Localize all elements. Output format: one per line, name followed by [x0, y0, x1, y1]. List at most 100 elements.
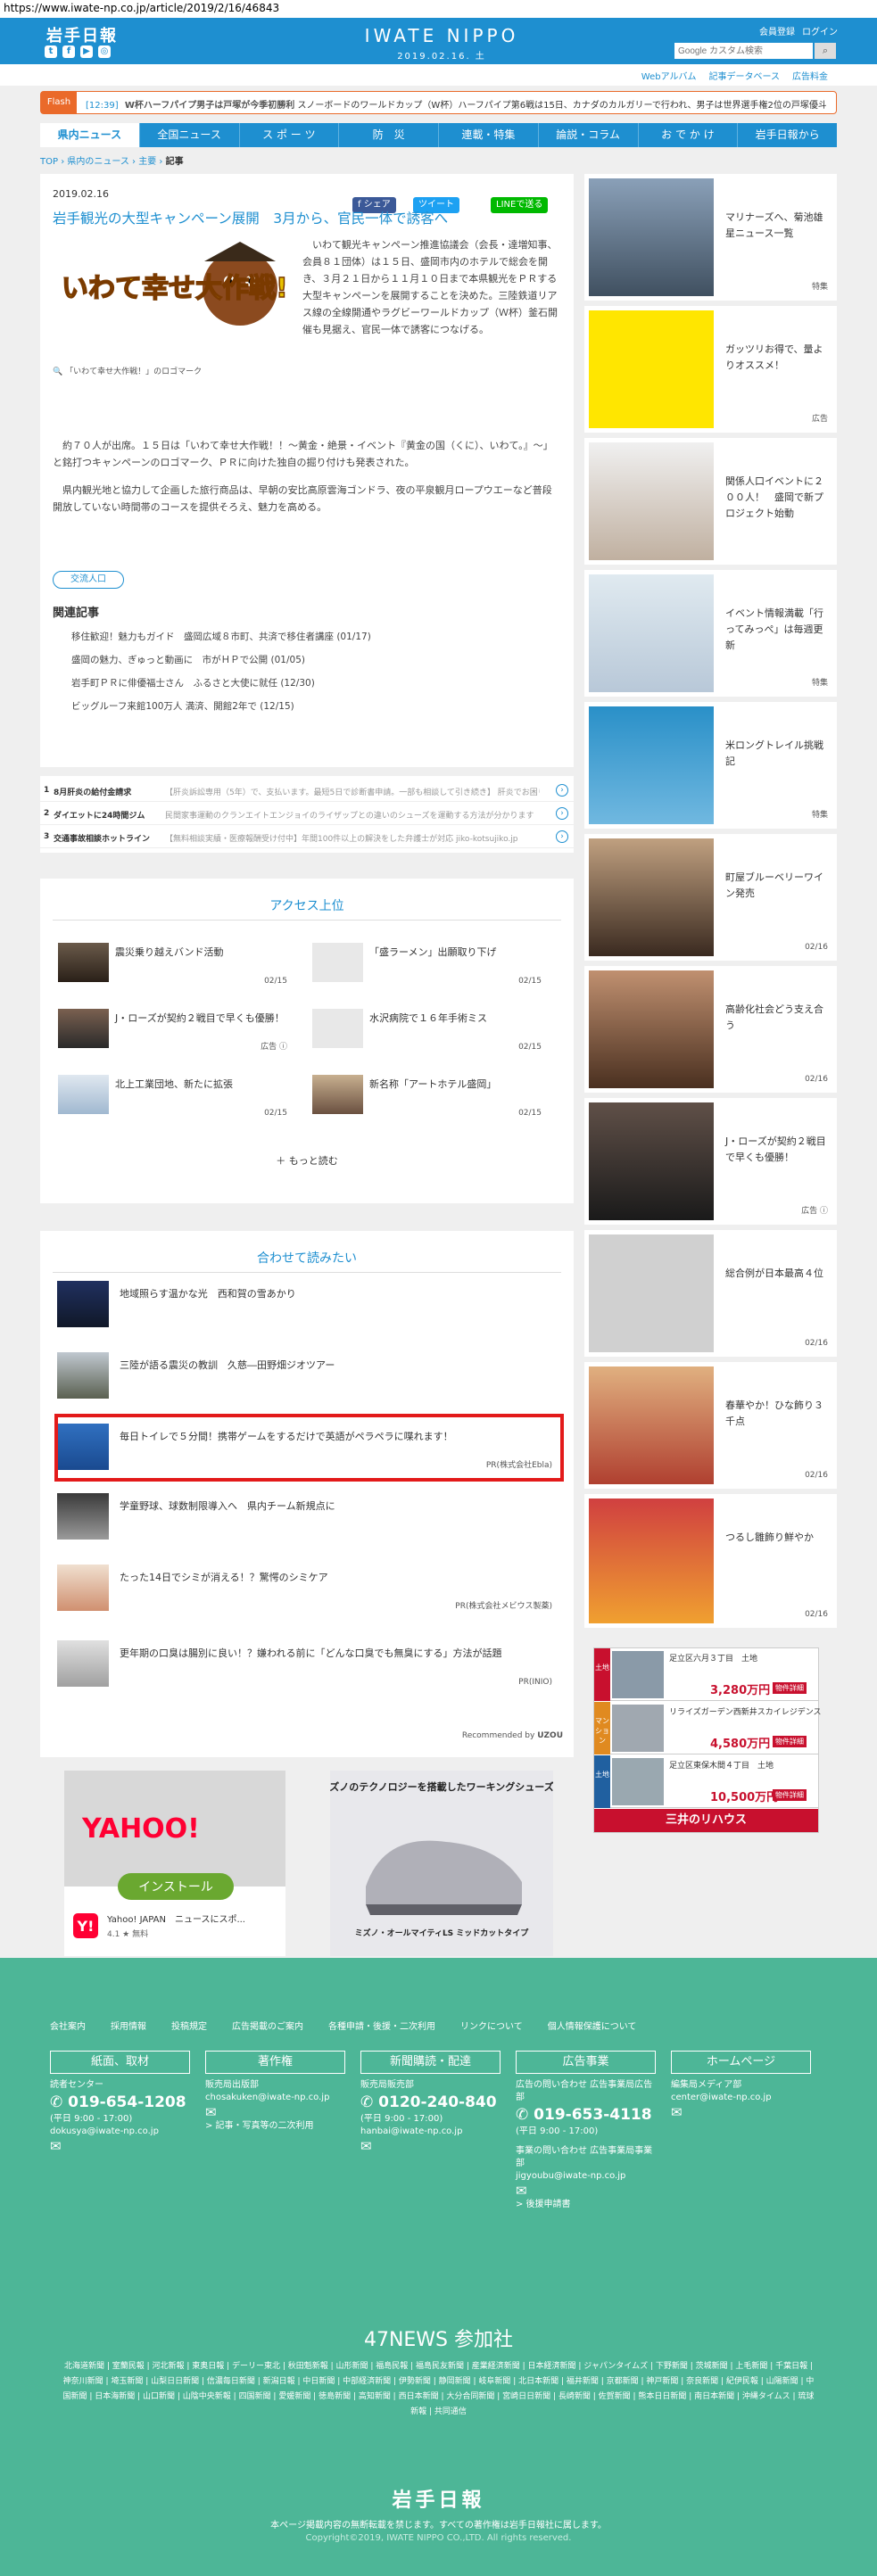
footer-link[interactable]: 会社案内	[50, 2019, 86, 2032]
property-row[interactable]: マンション リライズガーデン西新井スカイレジデンス 4,580万円 物件詳細	[594, 1702, 822, 1754]
tab-disaster[interactable]: 防 災	[338, 123, 438, 147]
mizuno-banner[interactable]: ミズノのテクノロジーを搭載したワーキングシューズ。 ミズノ・オールマイティLS …	[319, 1771, 564, 1956]
real-estate-ad[interactable]: 土地 足立区六月３丁目 土地 3,280万円 物件詳細 マンション リライズガーデン…	[593, 1647, 822, 1833]
sidebar-item[interactable]: 春華やか！ひな飾り３千点 02/16	[584, 1362, 837, 1489]
footer-link[interactable]: 広告掲載のご案内	[232, 2019, 303, 2032]
footer-note: 本ページ掲載内容の無断転載を禁じます。すべての著作権は岩手日報社に属します。	[270, 2521, 607, 2531]
login-link[interactable]: ログイン	[802, 24, 838, 37]
sidebar-item[interactable]: ガッツリお得で、量よりオススメ！ 広告	[584, 306, 837, 433]
email-link[interactable]: center@iwate-np.co.jp	[671, 2092, 811, 2104]
breadcrumb-sub[interactable]: 主要	[138, 157, 156, 167]
sidebar-item[interactable]: 総合例が日本最高４位 02/16	[584, 1230, 837, 1357]
footer-column: 広告事業 広告の問い合わせ 広告事業局広告部 ✆ 019-653-4118 (平…	[516, 2051, 656, 2211]
search-icon[interactable]: ⌕	[815, 43, 836, 59]
related-link[interactable]: 移住歓迎！魅力もガイド 盛岡広域８市町、共済で移住者講座 (01/17)	[71, 630, 371, 643]
ranking-item[interactable]: 新名称「アートホテル盛岡」 02/15	[294, 1069, 549, 1119]
yahoo-app-banner[interactable]: YAHOO! インストール Y! Yahoo! JAPAN ニュースにスポ...…	[64, 1771, 285, 1956]
mail-icon[interactable]: ✉	[205, 2104, 345, 2120]
sidebar-item[interactable]: 町屋ブルーベリーワイン発売 02/16	[584, 834, 837, 961]
footer-link[interactable]: 個人情報保護について	[548, 2019, 637, 2032]
phone-number[interactable]: ✆ 0120-240-840	[360, 2092, 501, 2113]
ranking-item[interactable]: 水沢病院で１６年手術ミス 02/15	[294, 1003, 549, 1053]
ranking-item[interactable]: 「盛ラーメン」出願取り下げ 02/15	[294, 937, 549, 987]
email-link[interactable]: jigyoubu@iwate-np.co.jp	[516, 2170, 656, 2183]
sidebar-item[interactable]: イベント情報満載「行ってみっぺ」は毎週更新 特集	[584, 570, 837, 697]
article: 2019.02.16 f シェア ツイート LINEで送る 岩手観光の大型キャン…	[40, 174, 574, 767]
address-bar[interactable]: https://www.iwate-np.co.jp/article/2019/…	[0, 0, 877, 18]
sidebar-item[interactable]: J・ローズが契約２戦目で早くも優勝！ 広告 ⓘ	[584, 1098, 837, 1225]
tag-button[interactable]: 交流人口	[53, 571, 124, 589]
mail-icon[interactable]: ✉	[516, 2183, 656, 2199]
ad-row[interactable]: 1 8月肝炎の給付金請求 【肝炎訴訟専用（5年）で、支払います。最短5日で診断書申請…	[40, 780, 574, 802]
tab-national-news[interactable]: 全国ニュース	[138, 123, 239, 147]
recommend-item[interactable]: 学童野球、球数制限導入へ 県内チーム新規点に	[53, 1490, 561, 1543]
sidebar-item[interactable]: 高齢化社会どう支え合う 02/16	[584, 966, 837, 1093]
tab-editorial[interactable]: 論説・コラム	[537, 123, 638, 147]
search-input[interactable]	[674, 43, 813, 59]
recommend-item[interactable]: 地域照らす温かな光 西和賀の雪あかり	[53, 1277, 561, 1331]
footer-box: 新聞購読・配達	[360, 2051, 501, 2074]
breadcrumb-top[interactable]: TOP	[40, 157, 58, 167]
line-share-button[interactable]: LINEで送る	[491, 197, 549, 213]
tab-outing[interactable]: お で か け	[637, 123, 738, 147]
flash-title: W杯ハーフパイプ男子は戸塚が今季初勝利	[124, 101, 295, 111]
email-link[interactable]: hanbai@iwate-np.co.jp	[360, 2126, 501, 2138]
flash-news-bar[interactable]: Flash [12:39] W杯ハーフパイプ男子は戸塚が今季初勝利 スノーボード…	[40, 91, 837, 114]
ad-row[interactable]: 3 交通事故相談ホットライン 【無料相談実績・医療報酬受け付中】年間100件以上の解…	[40, 827, 574, 848]
mail-icon[interactable]: ✉	[50, 2138, 190, 2154]
member-register-link[interactable]: 会員登録	[759, 24, 795, 37]
email-link[interactable]: chosakuken@iwate-np.co.jp	[205, 2092, 345, 2104]
footer-link[interactable]: 投稿規定	[171, 2019, 207, 2032]
mail-icon[interactable]: ✉	[360, 2138, 501, 2154]
ranking-item[interactable]: 震災乗り越えバンド活動 02/15	[40, 937, 294, 987]
property-row[interactable]: 土地 足立区東保木間４丁目 土地 10,500万円 物件詳細	[594, 1755, 818, 1808]
instagram-icon[interactable]: ◎	[98, 45, 111, 58]
footer-link[interactable]: 採用情報	[111, 2019, 146, 2032]
ranking-item[interactable]: 北上工業団地、新たに拡張 02/15	[40, 1069, 294, 1119]
zoom-icon[interactable]: 🔍	[53, 367, 62, 376]
chevron-right-icon: ›	[556, 807, 568, 820]
youtube-icon[interactable]: ▶	[80, 45, 93, 58]
flash-tag: Flash	[41, 92, 77, 113]
phone-number[interactable]: ✆ 019-654-1208	[50, 2092, 190, 2113]
footer-link[interactable]: リンクについて	[460, 2019, 523, 2032]
sidebar-item[interactable]: マリナーズへ、菊池雄星ニュース一覧 特集	[584, 174, 837, 301]
read-more-button[interactable]: ＋ もっと読む	[40, 1153, 574, 1168]
logo-english[interactable]: IWATE NIPPO	[352, 25, 531, 46]
article-database-link[interactable]: 記事データベース	[709, 69, 781, 82]
related-link[interactable]: 盛岡の魅力、ぎゅっと動画に 市がＨＰで公開 (01/05)	[71, 653, 305, 666]
related-link[interactable]: ビッグルーフ来館100万人 満済、開館2年で (12/15)	[71, 699, 294, 713]
facebook-icon[interactable]: f	[62, 45, 75, 58]
email-link[interactable]: dokusya@iwate-np.co.jp	[50, 2126, 190, 2138]
recommend-item[interactable]: たった14日でシミが消える！？驚愕のシミケア PR(株式会社メビウス製薬)	[53, 1561, 561, 1614]
mail-icon[interactable]: ✉	[671, 2104, 811, 2120]
web-album-link[interactable]: Webアルバム	[641, 69, 697, 82]
recommend-item[interactable]: 三陸が語る震災の教訓 久慈―田野畑ジオツアー	[53, 1349, 561, 1402]
flash-text[interactable]: [12:39] W杯ハーフパイプ男子は戸塚が今季初勝利 スノーボードのワールドカ…	[86, 97, 826, 111]
breadcrumb-category[interactable]: 県内のニュース	[67, 157, 129, 167]
ad-row[interactable]: 2 ダイエットに24時間ジム 民間家事運動のクランエイトエンジョイのライザップとの違…	[40, 804, 574, 825]
footer-link[interactable]: 各種申請・後援・二次利用	[328, 2019, 435, 2032]
tab-series[interactable]: 連載・特集	[438, 123, 538, 147]
site-logo[interactable]: 岩手日報	[46, 23, 118, 46]
47news-members[interactable]: 北海道新聞 | 室蘭民報 | 河北新報 | 東奥日報 | デーリー東北 | 秋田…	[62, 2359, 815, 2420]
rehouse-logo: 三井のリハウス	[594, 1809, 818, 1832]
ranking-item[interactable]: J・ローズが契約２戦目で早くも優勝！ 広告 ⓘ	[40, 1003, 294, 1053]
sidebar-item[interactable]: 米ロングトレイル挑戦記 特集	[584, 702, 837, 829]
tab-prefecture-news[interactable]: 県内ニュース	[40, 123, 139, 147]
recommend-item[interactable]: 更年期の口臭は腸別に良い！？嫌われる前に「どんな口臭でも無臭にする」方法が話題 P…	[53, 1637, 561, 1690]
sidebar-item[interactable]: つるし雛飾り鮮やか 02/16	[584, 1494, 837, 1628]
property-row[interactable]: 土地 足立区六月３丁目 土地 3,280万円 物件詳細	[594, 1648, 818, 1701]
tab-from-iwate-nippo[interactable]: 岩手日報から	[737, 123, 837, 147]
thumbnail	[589, 970, 714, 1088]
phone-number[interactable]: ✆ 019-653-4118	[516, 2104, 656, 2126]
secondary-use-link[interactable]: > 記事・写真等の二次利用	[205, 2120, 345, 2133]
tab-sports[interactable]: ス ポ ー ツ	[238, 123, 339, 147]
twitter-icon[interactable]: t	[45, 45, 57, 58]
related-link[interactable]: 岩手町ＰＲに俳優福士さん ふるさと大使に就任 (12/30)	[71, 676, 315, 689]
footer-column: 紙面、取材 読者センター ✆ 019-654-1208 (平日 9:00 - 1…	[50, 2051, 190, 2154]
sidebar-item[interactable]: 関係人口イベントに２００人！ 盛岡で新プロジェクト始動	[584, 438, 837, 565]
ad-rates-link[interactable]: 広告料金	[792, 69, 828, 82]
thumbnail	[312, 943, 363, 982]
sponsorship-link[interactable]: > 後援申請書	[516, 2199, 656, 2211]
